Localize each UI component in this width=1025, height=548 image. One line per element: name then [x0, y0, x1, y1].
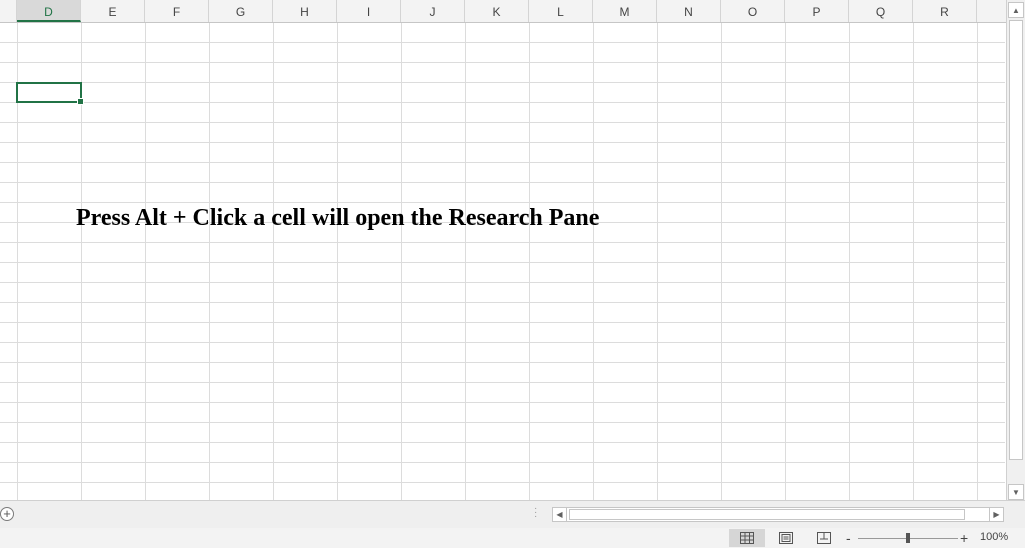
column-header-i[interactable]: I	[337, 0, 401, 22]
instruction-text: Press Alt + Click a cell will open the R…	[76, 205, 600, 231]
column-header-o[interactable]: O	[721, 0, 785, 22]
zoom-out-button[interactable]: -	[846, 529, 851, 547]
page-layout-icon	[779, 532, 793, 544]
grid-view-icon	[740, 532, 754, 544]
zoom-level[interactable]: 100%	[980, 531, 1008, 543]
normal-view-button[interactable]	[729, 529, 765, 547]
column-header-n[interactable]: N	[657, 0, 721, 22]
horizontal-scroll-thumb[interactable]	[569, 509, 965, 520]
column-header-k[interactable]: K	[465, 0, 529, 22]
triangle-left-icon: ◀	[556, 510, 563, 519]
column-header-r[interactable]: R	[913, 0, 977, 22]
triangle-down-icon: ▼	[1012, 487, 1020, 497]
vertical-scroll-thumb[interactable]	[1009, 20, 1023, 460]
column-header-l[interactable]: L	[529, 0, 593, 22]
page-break-preview-button[interactable]	[806, 529, 842, 547]
fill-handle[interactable]	[77, 98, 84, 105]
scroll-right-button[interactable]: ▶	[989, 507, 1004, 522]
column-header-f[interactable]: F	[145, 0, 209, 22]
column-header-p[interactable]: P	[785, 0, 849, 22]
page-break-icon	[817, 532, 831, 544]
column-header-m[interactable]: M	[593, 0, 657, 22]
status-bar: - + 100%	[0, 528, 1025, 548]
column-header-bar: DEFGHIJKLMNOPQR	[0, 0, 1007, 23]
column-header-partial[interactable]	[0, 0, 17, 22]
sheet-tab-bar: + · · · ◀ ▶	[0, 500, 1025, 528]
vertical-scrollbar[interactable]: ▲ ▼	[1006, 0, 1025, 500]
add-sheet-button[interactable]: +	[0, 507, 14, 521]
column-header-j[interactable]: J	[401, 0, 465, 22]
tab-split-handle[interactable]: · · ·	[534, 504, 537, 522]
column-header-h[interactable]: H	[273, 0, 337, 22]
cell-grid[interactable]: Press Alt + Click a cell will open the R…	[0, 23, 1005, 500]
plus-circle-icon: +	[3, 506, 11, 521]
zoom-slider-thumb[interactable]	[906, 533, 910, 543]
triangle-up-icon: ▲	[1012, 5, 1020, 15]
scroll-up-button[interactable]: ▲	[1008, 2, 1024, 18]
column-header-e[interactable]: E	[81, 0, 145, 22]
column-header-q[interactable]: Q	[849, 0, 913, 22]
scroll-down-button[interactable]: ▼	[1008, 484, 1024, 500]
page-layout-button[interactable]	[768, 529, 804, 547]
selected-cell[interactable]	[16, 82, 84, 105]
column-header-g[interactable]: G	[209, 0, 273, 22]
zoom-in-button[interactable]: +	[960, 529, 968, 547]
triangle-right-icon: ▶	[993, 510, 1000, 519]
column-header-d[interactable]: D	[17, 0, 81, 22]
horizontal-scrollbar[interactable]: ◀ ▶	[552, 507, 1004, 522]
scroll-left-button[interactable]: ◀	[552, 507, 567, 522]
